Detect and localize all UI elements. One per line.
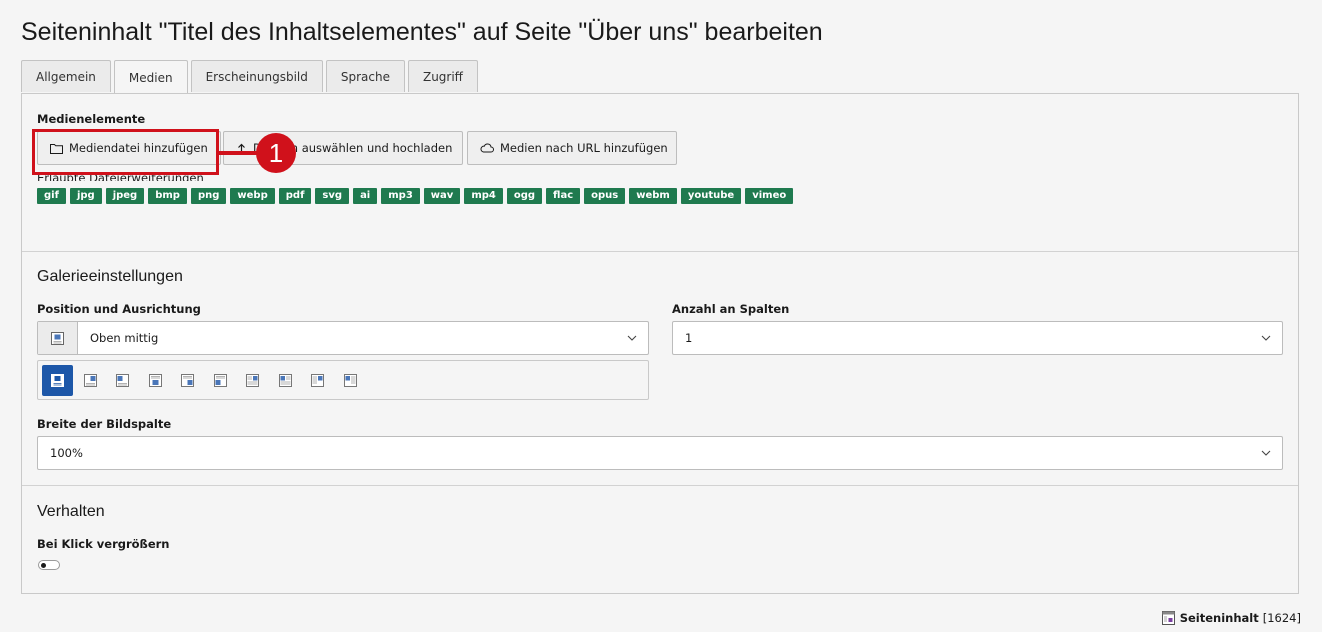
extension-badge: vimeo bbox=[745, 188, 794, 204]
position-preview-icon bbox=[38, 322, 78, 354]
extension-badge: png bbox=[190, 188, 227, 204]
extension-badge: jpeg bbox=[105, 188, 145, 204]
extension-badge: gif bbox=[37, 188, 66, 204]
chevron-down-icon bbox=[1250, 450, 1282, 456]
extension-badge: webp bbox=[230, 188, 275, 204]
extension-badge: svg bbox=[315, 188, 350, 204]
extension-badge: webm bbox=[629, 188, 677, 204]
tab-erscheinungsbild[interactable]: Erscheinungsbild bbox=[190, 60, 323, 92]
columns-select[interactable]: 1 bbox=[672, 321, 1283, 355]
position-option-intext-right[interactable] bbox=[237, 365, 268, 396]
chevron-down-icon bbox=[1250, 335, 1282, 341]
chevron-down-icon bbox=[616, 335, 648, 341]
position-option-top-left[interactable] bbox=[107, 365, 138, 396]
tab-allgemein[interactable]: Allgemein bbox=[21, 60, 111, 92]
position-label: Position und Ausrichtung bbox=[37, 302, 201, 316]
tab-sprache[interactable]: Sprache bbox=[325, 60, 405, 92]
extension-badge: opus bbox=[584, 188, 626, 204]
extension-badge: youtube bbox=[680, 188, 742, 204]
position-option-beside-left[interactable] bbox=[335, 365, 366, 396]
extension-badge: mp4 bbox=[464, 188, 503, 204]
extension-badge: mp3 bbox=[381, 188, 420, 204]
record-id: [1624] bbox=[1262, 611, 1301, 625]
image-column-width-label: Breite der Bildspalte bbox=[37, 417, 172, 431]
position-option-bottom-right[interactable] bbox=[172, 365, 203, 396]
columns-label: Anzahl an Spalten bbox=[672, 302, 790, 316]
add-media-by-url-button[interactable]: Medien nach URL hinzufügen bbox=[467, 131, 677, 165]
gallery-settings-title: Galerieeinstellungen bbox=[37, 268, 183, 285]
tab-bar: Allgemein Medien Erscheinungsbild Sprach… bbox=[21, 60, 481, 94]
extension-badge: wav bbox=[423, 188, 461, 204]
position-option-beside-right[interactable] bbox=[302, 365, 333, 396]
record-type: Seiteninhalt bbox=[1179, 611, 1259, 625]
tab-zugriff[interactable]: Zugriff bbox=[407, 60, 478, 92]
position-option-bottom-center[interactable] bbox=[140, 365, 171, 396]
callout-connector bbox=[219, 151, 259, 155]
position-option-intext-left[interactable] bbox=[270, 365, 301, 396]
toggle-knob bbox=[41, 562, 46, 568]
extension-badge: bmp bbox=[148, 188, 187, 204]
position-option-bottom-left[interactable] bbox=[205, 365, 236, 396]
add-media-by-url-label: Medien nach URL hinzufügen bbox=[500, 141, 668, 155]
callout-highlight-box bbox=[32, 129, 219, 175]
extension-badge: flac bbox=[546, 188, 581, 204]
position-option-grid bbox=[37, 360, 649, 400]
content-element-icon bbox=[1161, 611, 1175, 625]
enlarge-on-click-label: Bei Klick vergrößern bbox=[37, 537, 170, 551]
columns-value: 1 bbox=[685, 331, 693, 345]
position-select[interactable]: Oben mittig bbox=[37, 321, 649, 355]
enlarge-on-click-toggle[interactable] bbox=[38, 560, 60, 570]
allowed-extensions-list: gif jpg jpeg bmp png webp pdf svg ai mp3… bbox=[37, 188, 797, 204]
image-column-width-select[interactable]: 100% bbox=[37, 436, 1283, 470]
tab-medien[interactable]: Medien bbox=[113, 60, 188, 94]
extension-badge: pdf bbox=[278, 188, 312, 204]
cloud-icon bbox=[480, 143, 494, 153]
position-option-top-center[interactable] bbox=[42, 364, 73, 396]
image-column-width-value: 100% bbox=[50, 446, 83, 460]
page-title: Seiteninhalt "Titel des Inhaltselementes… bbox=[21, 18, 823, 46]
callout-step-number: 1 bbox=[256, 133, 296, 173]
extension-badge: ai bbox=[353, 188, 378, 204]
media-section-label: Medienelemente bbox=[37, 112, 146, 126]
extension-badge: jpg bbox=[69, 188, 102, 204]
position-option-top-right[interactable] bbox=[75, 365, 106, 396]
position-value: Oben mittig bbox=[90, 331, 159, 345]
section-divider bbox=[22, 251, 1298, 252]
extension-badge: ogg bbox=[506, 188, 543, 204]
behavior-title: Verhalten bbox=[37, 503, 105, 520]
section-divider bbox=[22, 485, 1298, 486]
record-info: Seiteninhalt [1624] bbox=[1161, 611, 1301, 625]
